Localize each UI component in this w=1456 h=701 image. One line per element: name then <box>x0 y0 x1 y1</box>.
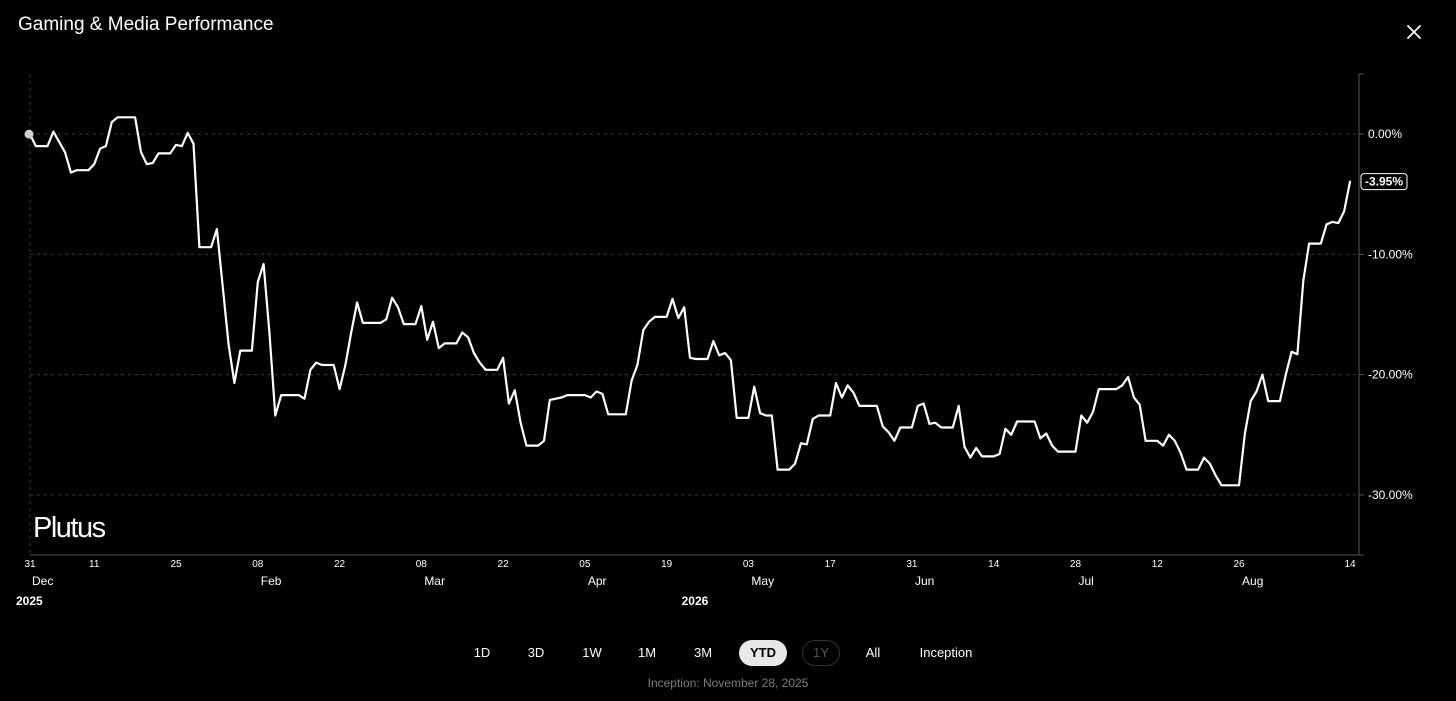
tab-1y[interactable]: 1Y <box>802 640 840 666</box>
x-tick-month: Apr <box>588 574 607 588</box>
x-tick-day: 08 <box>252 559 264 570</box>
inception-note: Inception: November 28, 2025 <box>647 676 809 690</box>
x-tick-day: 08 <box>416 559 428 570</box>
tab-3m[interactable]: 3M <box>683 640 723 666</box>
x-tick-day: 31 <box>906 559 918 570</box>
y-tick-label: -10.00% <box>1368 247 1413 261</box>
x-tick-month: Jul <box>1078 574 1093 588</box>
x-tick-day: 14 <box>1344 559 1356 570</box>
x-tick-year: 2026 <box>682 594 709 608</box>
tab-1m[interactable]: 1M <box>627 640 667 666</box>
x-tick-day: 17 <box>825 559 837 570</box>
tab-inception[interactable]: Inception <box>909 640 983 666</box>
performance-line <box>28 116 1352 487</box>
x-tick-day: 22 <box>334 559 346 570</box>
x-axis-ticks: 31 Dec 2025 11 25 08 Feb 22 08 Mar 22 05 Apr 19 2026 03… <box>16 559 1356 608</box>
tab-ytd[interactable]: YTD <box>739 640 787 666</box>
timeframe-selector: 1D 3D 1W 1M 3M YTD 1Y All Inception <box>0 640 1456 666</box>
tab-1w[interactable]: 1W <box>572 640 612 666</box>
x-tick-day: 28 <box>1070 559 1082 570</box>
x-tick-month: Dec <box>32 574 53 588</box>
x-tick-month: Aug <box>1242 574 1263 588</box>
grid-lines <box>29 74 1359 555</box>
x-tick-month: Mar <box>424 574 445 588</box>
y-tick-label: -30.00% <box>1368 488 1413 502</box>
x-tick-year: 2025 <box>16 594 43 608</box>
current-value-badge: -3.95% <box>1360 173 1408 191</box>
x-tick-day: 19 <box>661 559 673 570</box>
x-tick-month: May <box>751 574 774 588</box>
start-point <box>24 129 34 139</box>
x-tick-day: 25 <box>170 559 182 570</box>
tab-all[interactable]: All <box>853 640 893 666</box>
current-value-label: -3.95% <box>1365 175 1403 189</box>
x-tick-day: 05 <box>579 559 591 570</box>
x-tick-day: 31 <box>24 559 36 570</box>
x-tick-day: 26 <box>1233 559 1245 570</box>
x-tick-month: Feb <box>261 574 282 588</box>
axes <box>30 73 1364 556</box>
x-tick-day: 22 <box>498 559 510 570</box>
x-tick-day: 12 <box>1152 559 1164 570</box>
y-tick-label: 0.00% <box>1368 127 1402 141</box>
tab-1d[interactable]: 1D <box>462 640 502 666</box>
x-tick-day: 03 <box>743 559 755 570</box>
y-tick-label: -20.00% <box>1368 368 1413 382</box>
brand-logo: Plutus <box>33 512 106 544</box>
tab-3d[interactable]: 3D <box>516 640 556 666</box>
performance-chart[interactable]: 0.00% -10.00% -20.00% -30.00% 31 Dec 2025 11 25… <box>0 0 1456 620</box>
x-tick-day: 14 <box>988 559 1000 570</box>
x-tick-month: Jun <box>915 574 934 588</box>
x-tick-day: 11 <box>89 559 100 570</box>
